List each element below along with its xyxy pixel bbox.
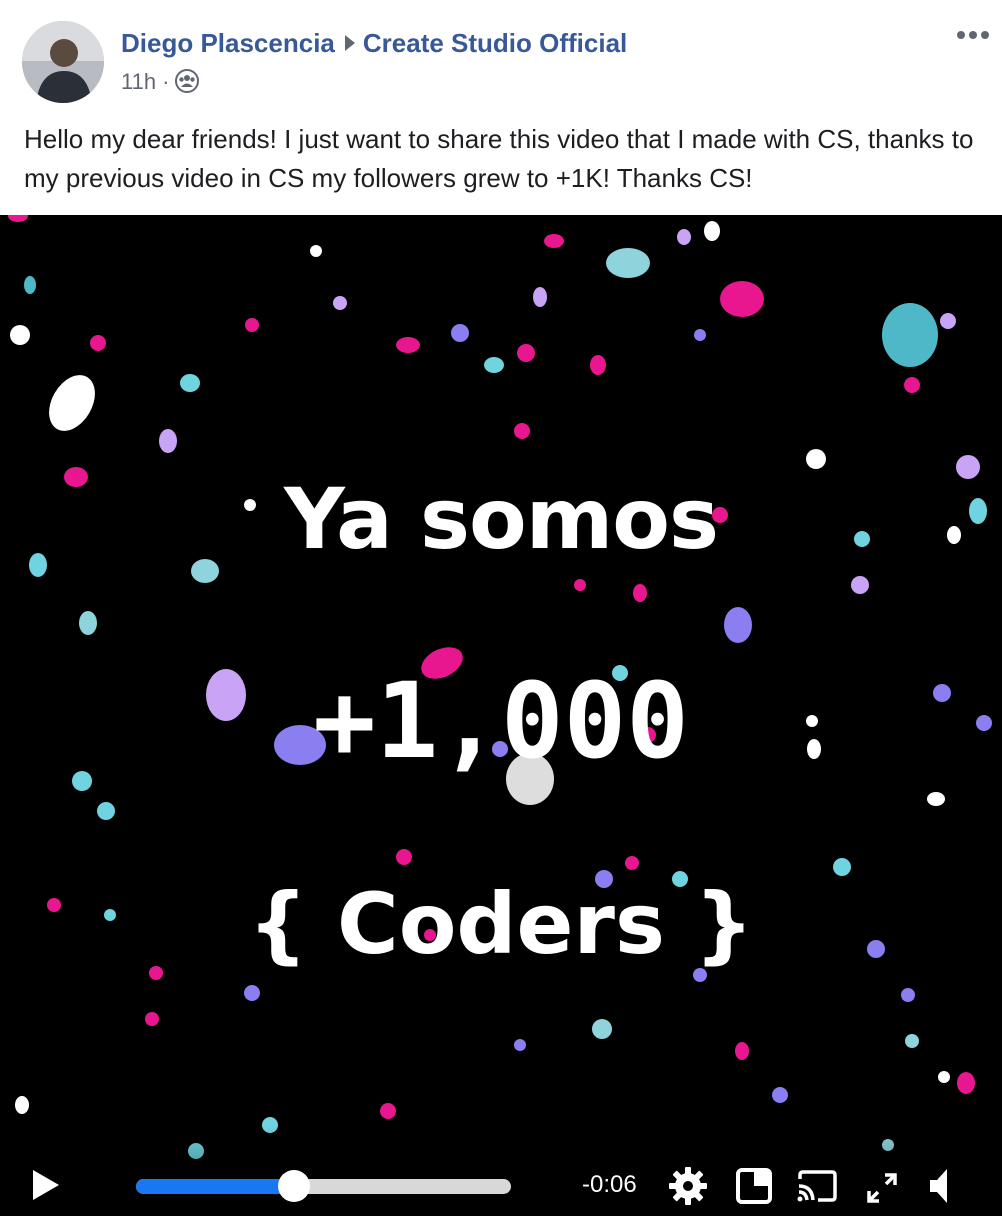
cast-icon[interactable] [796,1169,838,1203]
more-options-button[interactable] [955,20,991,50]
volume-icon[interactable] [928,1166,956,1206]
video-controls: -0:06 [0,1126,1002,1216]
gear-icon[interactable] [668,1166,708,1206]
play-icon[interactable] [30,1168,62,1202]
picture-in-picture-icon[interactable] [736,1168,772,1204]
post-header: Diego Plascencia Create Studio Official 1… [0,0,1002,110]
group-name[interactable]: Create Studio Official [363,28,627,58]
post-timestamp[interactable]: 11h [121,69,156,94]
caret-right-icon [344,35,355,52]
video-text-line3: { Coders } [248,875,754,973]
progress-bar[interactable] [136,1170,511,1202]
more-icon [957,31,989,39]
author-line: Diego Plascencia Create Studio Official [121,28,627,59]
group-audience-icon [175,69,200,94]
progress-fill [136,1179,294,1194]
avatar[interactable] [22,21,104,103]
video-text-line2: +1,000 [313,660,689,782]
video-text-line1: Ya somos [284,470,719,568]
post-text: Hello my dear friends! I just want to sh… [24,124,974,193]
meta-separator: · [162,69,170,94]
post-meta: 11h · [121,69,200,95]
video-player[interactable]: Ya somos +1,000 { Coders } -0:06 [0,215,1002,1216]
fullscreen-icon[interactable] [866,1172,898,1204]
time-remaining: -0:06 [582,1171,637,1198]
progress-knob[interactable] [277,1170,310,1202]
author-name[interactable]: Diego Plascencia [121,28,335,58]
